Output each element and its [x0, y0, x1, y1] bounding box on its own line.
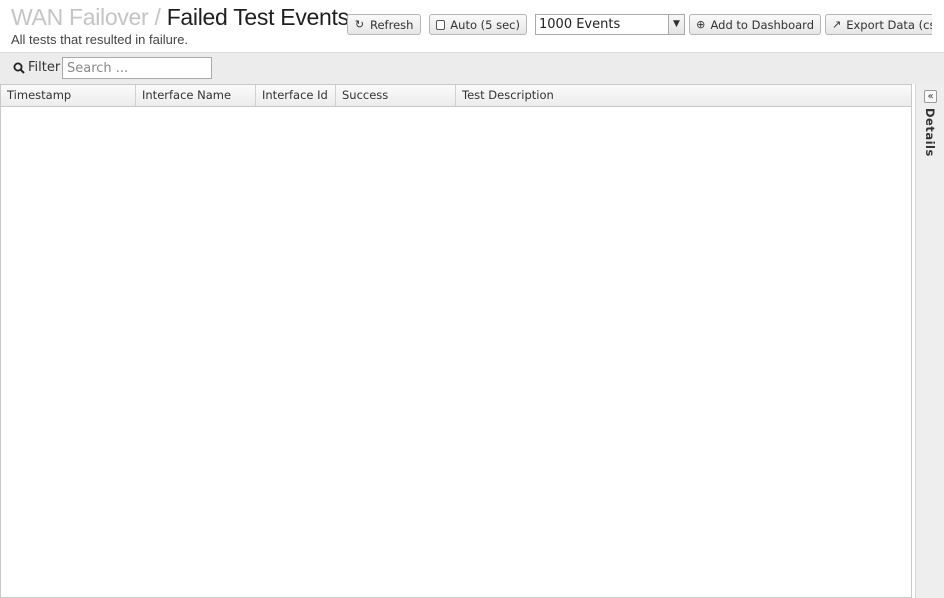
checkbox-icon[interactable]	[436, 19, 446, 30]
export-data-label: Export Data (csv)	[846, 17, 936, 32]
breadcrumb-separator: /	[154, 4, 161, 30]
events-grid: Timestamp Interface Name Interface Id Su…	[0, 84, 912, 598]
chevron-down-icon[interactable]: ▼	[668, 15, 684, 34]
details-panel-label[interactable]: Details	[923, 108, 937, 157]
double-chevron-left-icon[interactable]: «	[924, 90, 937, 103]
filter-label-text: Filter	[28, 60, 61, 75]
column-header-timestamp[interactable]: Timestamp	[1, 85, 136, 106]
auto-refresh-label: Auto (5 sec)	[450, 17, 520, 32]
filter-bar: Filter	[0, 52, 944, 84]
refresh-icon: ↻	[354, 18, 365, 31]
page-title-text: Failed Test Events	[166, 4, 349, 30]
refresh-button[interactable]: ↻ Refresh	[347, 14, 421, 35]
column-header-success[interactable]: Success	[336, 85, 456, 106]
refresh-label: Refresh	[370, 17, 414, 32]
column-header-interface-name[interactable]: Interface Name	[136, 85, 256, 106]
column-header-interface-id[interactable]: Interface Id	[256, 85, 336, 106]
add-to-dashboard-label: Add to Dashboard	[710, 17, 814, 32]
events-count-select[interactable]: 1000 Events ▼	[535, 14, 685, 35]
page-subtitle: All tests that resulted in failure.	[11, 32, 189, 47]
page-header: WAN Failover / Failed Test Events All te…	[0, 0, 944, 52]
breadcrumb-wan-failover[interactable]: WAN Failover	[11, 4, 149, 30]
details-panel: « Details	[915, 84, 944, 598]
column-header-test-description[interactable]: Test Description	[456, 85, 911, 106]
export-data-button[interactable]: ↗ Export Data (csv)	[825, 14, 936, 35]
events-count-value: 1000 Events	[539, 17, 621, 32]
page-title: WAN Failover / Failed Test Events	[11, 4, 349, 30]
search-icon	[13, 62, 25, 74]
auto-refresh-toggle[interactable]: Auto (5 sec)	[429, 14, 527, 35]
filter-label: Filter	[13, 60, 60, 75]
plus-circle-icon: ⊕	[696, 18, 706, 31]
export-icon: ↗	[832, 18, 842, 31]
header-clip	[932, 0, 944, 52]
search-input[interactable]	[62, 57, 212, 79]
grid-header: Timestamp Interface Name Interface Id Su…	[1, 85, 911, 107]
add-to-dashboard-button[interactable]: ⊕ Add to Dashboard	[689, 14, 821, 35]
